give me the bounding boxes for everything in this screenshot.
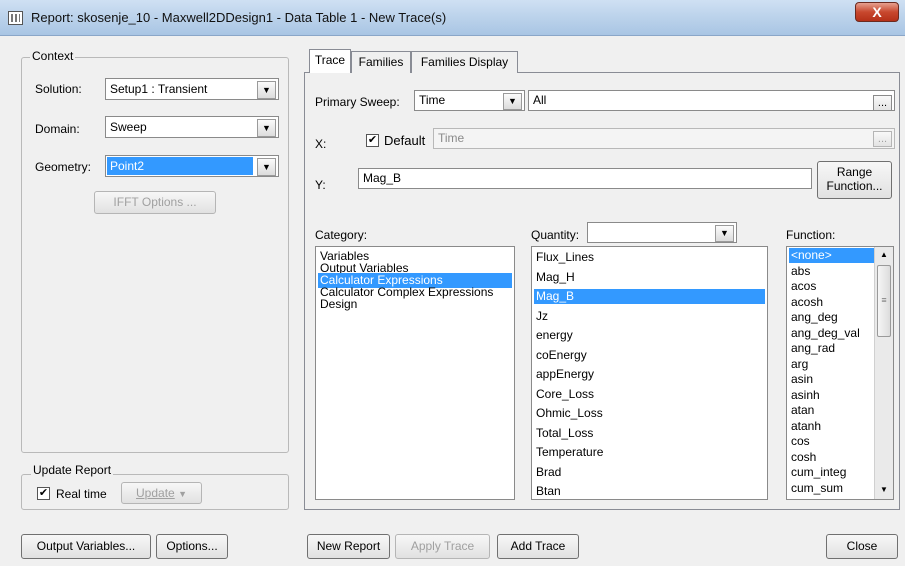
function-scrollbar[interactable]: ▲ ≡ ▼ [874,247,893,499]
function-list-item[interactable]: ang_deg_val [789,326,877,341]
quantity-filter-select[interactable]: ▼ [587,222,737,243]
function-list-item[interactable]: cum_sum [789,481,877,496]
domain-value: Sweep [110,120,147,134]
update-button[interactable]: Update ▼ [121,482,202,504]
primary-sweep-value: Time [419,93,446,107]
tab-families[interactable]: Families [351,51,411,73]
function-list-item[interactable]: <none> [789,248,877,263]
y-expression-value: Mag_B [363,171,402,185]
solution-select[interactable]: Setup1 : Transient ▼ [105,78,279,100]
y-label: Y: [315,178,326,192]
solution-label: Solution: [35,82,82,96]
window-title: Report: skosenje_10 - Maxwell2DDesign1 -… [31,10,447,25]
function-list-item[interactable]: asin [789,372,877,387]
x-expression-value: Time [438,131,465,145]
window-icon [8,11,23,25]
scroll-up-icon[interactable]: ▲ [880,250,888,259]
geometry-label: Geometry: [35,160,92,174]
function-list-item[interactable]: abs [789,264,877,279]
function-list-item[interactable]: cos [789,434,877,449]
function-list-item[interactable]: acos [789,279,877,294]
ifft-options-button[interactable]: IFFT Options ... [94,191,216,214]
realtime-label: Real time [56,487,107,501]
context-group-label: Context [30,49,76,63]
quantity-list-item[interactable]: Core_Loss [534,387,596,402]
y-expression-field[interactable]: Mag_B [358,168,812,189]
tab-families-display[interactable]: Families Display [411,51,518,73]
tab-strip-line [518,72,900,73]
quantity-list-item[interactable]: Flux_Lines [534,250,596,265]
update-report-label: Update Report [31,463,114,477]
options-button[interactable]: Options... [156,534,228,559]
chevron-down-icon: ▼ [715,225,734,242]
add-trace-button[interactable]: Add Trace [497,534,579,559]
close-window-button[interactable]: X [855,2,899,22]
function-list-item[interactable]: asinh [789,388,877,403]
quantity-list-item[interactable]: Temperature [534,445,605,460]
output-variables-button[interactable]: Output Variables... [21,534,151,559]
new-report-button[interactable]: New Report [307,534,390,559]
quantity-list-item[interactable]: coEnergy [534,348,589,363]
x-expression-field[interactable]: Time [433,128,895,149]
x-label: X: [315,137,327,151]
primary-sweep-range-value: All [533,93,547,107]
geometry-select[interactable]: Point2 ▼ [105,155,279,177]
range-function-line2: Function... [826,179,883,193]
quantity-list-item[interactable]: Mag_B [534,289,765,304]
quantity-list-item[interactable]: Jz [534,309,550,324]
primary-sweep-select[interactable]: Time ▼ [414,90,525,111]
chevron-down-icon: ▼ [257,158,276,176]
range-function-line1: Range [836,165,873,179]
range-function-button[interactable]: Range Function... [817,161,892,199]
chevron-down-icon: ▼ [257,119,276,137]
quantity-list-item[interactable]: Ohmic_Loss [534,406,605,421]
primary-sweep-range-field[interactable]: All [528,90,895,111]
scroll-down-icon[interactable]: ▼ [880,485,888,494]
quantity-list-item[interactable]: Mag_H [534,270,577,285]
quantity-list-item[interactable]: Brad [534,465,563,480]
chevron-down-icon: ▼ [503,93,522,110]
realtime-checkbox[interactable]: ✔ [37,487,50,500]
function-list-item[interactable]: ang_rad [789,341,877,356]
x-browse-button[interactable]: ... [873,131,892,147]
category-label: Category: [315,228,368,242]
update-button-label: Update [136,486,175,500]
default-label: Default [384,133,426,148]
close-button[interactable]: Close [826,534,898,559]
scroll-thumb[interactable]: ≡ [877,265,891,337]
function-list-item[interactable]: acosh [789,295,877,310]
quantity-list[interactable]: Flux_Lines Mag_H Mag_B Jz energy coEnergy appE… [531,246,768,500]
function-label: Function: [786,228,836,242]
dropdown-arrow-icon: ▼ [178,489,187,499]
geometry-value: Point2 [107,157,253,175]
primary-sweep-browse-button[interactable]: ... [873,95,892,111]
quantity-list-item[interactable]: appEnergy [534,367,596,382]
function-list-item[interactable]: cum_integ [789,465,877,480]
function-list-item[interactable]: ang_deg [789,310,877,325]
function-list-item[interactable]: atan [789,403,877,418]
domain-select[interactable]: Sweep ▼ [105,116,279,138]
quantity-list-item[interactable]: Btan [534,484,563,499]
tab-trace[interactable]: Trace [309,49,351,73]
quantity-list-item[interactable]: energy [534,328,575,343]
solution-value: Setup1 : Transient [110,82,208,96]
chevron-down-icon: ▼ [257,81,276,99]
function-list-item[interactable]: arg [789,357,877,372]
function-list-item[interactable]: cosh [789,450,877,465]
default-checkbox[interactable]: ✔ [366,134,379,147]
tab-strip-line [304,72,309,73]
quantity-label: Quantity: [531,228,580,242]
primary-sweep-label: Primary Sweep: [315,95,400,109]
quantity-list-item[interactable]: Total_Loss [534,426,595,441]
function-list-item[interactable]: atanh [789,419,877,434]
category-list[interactable]: Variables Output Variables Calculator Expr… [315,246,515,500]
apply-trace-button[interactable]: Apply Trace [395,534,490,559]
category-list-item[interactable]: Design [318,297,359,312]
domain-label: Domain: [35,122,80,136]
